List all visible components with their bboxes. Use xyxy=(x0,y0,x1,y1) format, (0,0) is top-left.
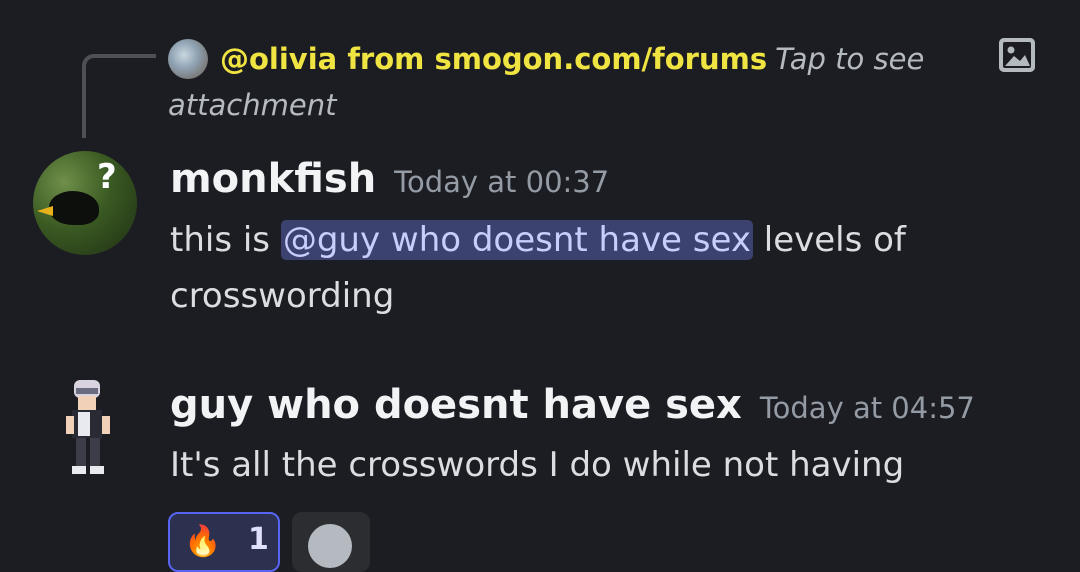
message-text: It's all the crosswords I do while not h… xyxy=(170,445,905,541)
message-body: It's all the crosswords I do while not h… xyxy=(170,437,970,549)
add-reaction-icon xyxy=(308,524,352,568)
username[interactable]: monkfish xyxy=(170,156,376,202)
message-body: this is @guy who doesnt have sex levels … xyxy=(170,212,970,324)
user-mention[interactable]: @guy who doesnt have sex xyxy=(280,220,753,260)
username[interactable]: guy who doesnt have sex xyxy=(170,382,742,428)
message-text: this is xyxy=(170,220,281,260)
reaction-fire[interactable]: 🔥 1 xyxy=(168,512,280,572)
reply-connector xyxy=(82,54,156,138)
question-mark-icon: ? xyxy=(97,157,117,197)
message-header: monkfish Today at 00:37 xyxy=(170,156,609,202)
blackbird-picture xyxy=(49,191,99,225)
reply-author[interactable]: @olivia from smogon.com/forums xyxy=(220,42,767,76)
avatar[interactable]: ? xyxy=(33,151,137,255)
fire-icon: 🔥 xyxy=(184,524,222,559)
reply-preview[interactable]: @olivia from smogon.com/forums Tap to see… xyxy=(168,36,968,128)
avatar[interactable] xyxy=(60,378,116,478)
reaction-count: 1 xyxy=(248,522,269,557)
reply-author-avatar[interactable] xyxy=(168,39,208,79)
add-reaction-button[interactable] xyxy=(292,512,370,572)
beak-shape xyxy=(37,206,53,216)
message-header: guy who doesnt have sex Today at 04:57 xyxy=(170,382,975,428)
timestamp: Today at 04:57 xyxy=(759,391,975,425)
timestamp: Today at 00:37 xyxy=(394,165,610,199)
image-icon xyxy=(999,38,1035,72)
